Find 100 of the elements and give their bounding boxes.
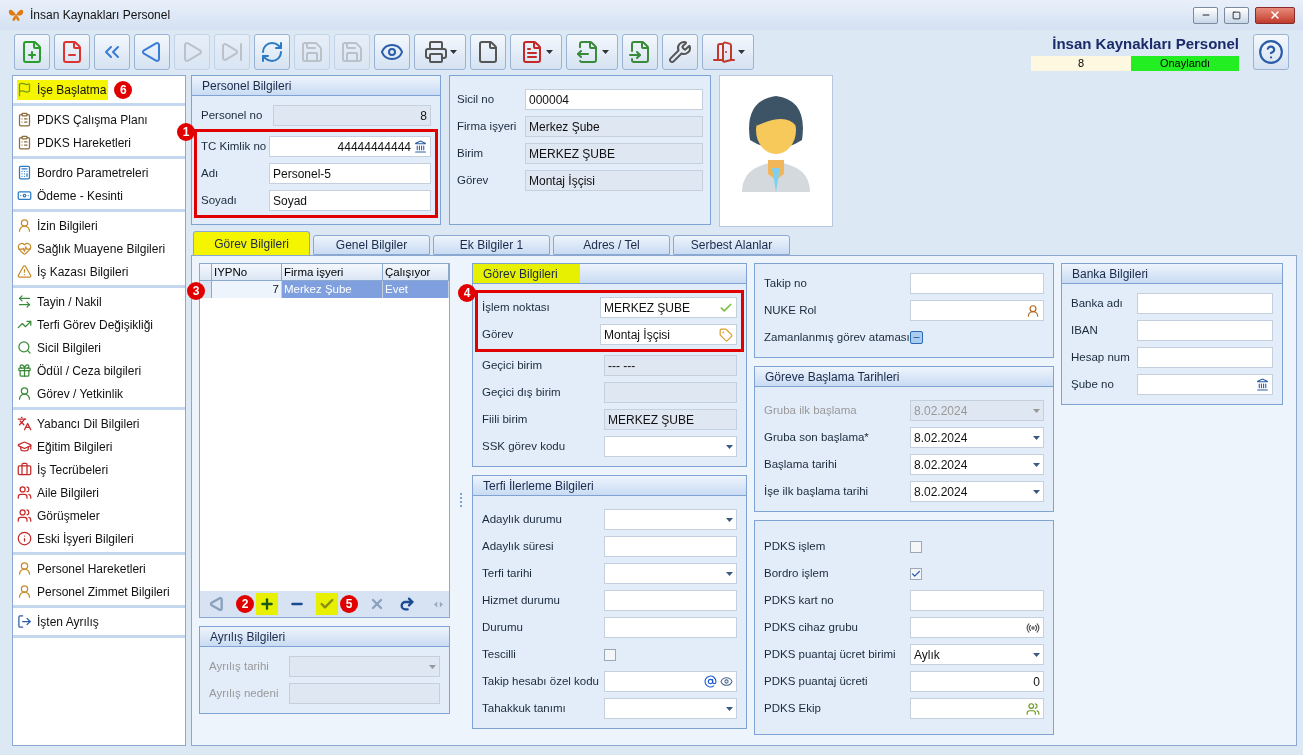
input-field[interactable]: Merkez Şube — [525, 116, 703, 137]
dropdown-field[interactable] — [604, 436, 737, 457]
navigator-button[interactable] — [256, 593, 278, 615]
field-label: Hesap num — [1071, 351, 1130, 364]
field-label: Adı — [201, 167, 219, 180]
input-field[interactable]: Personel-5 — [269, 163, 431, 184]
sidebar-item[interactable]: Ödeme - Kesinti — [17, 185, 126, 206]
sidebar-item[interactable]: Terfi Görev Değişikliği — [17, 314, 156, 335]
tab[interactable]: Serbest Alanlar — [673, 235, 790, 255]
dropdown-field[interactable]: 8.02.2024 — [910, 481, 1044, 502]
input-field[interactable]: MERKEZ ŞUBE — [525, 143, 703, 164]
grid-row[interactable]: 7 Merkez Şube Evet — [200, 281, 449, 298]
input-field[interactable] — [910, 590, 1044, 611]
input-field[interactable]: 44444444444 — [269, 136, 431, 157]
dropdown-field[interactable] — [604, 509, 737, 530]
maximize-button[interactable] — [1224, 6, 1249, 24]
sidebar-item[interactable]: Sağlık Muayene Bilgileri — [17, 238, 168, 259]
sidebar-item[interactable]: Bordro Parametreleri — [17, 162, 151, 183]
dropdown-field[interactable] — [289, 656, 440, 677]
input-field[interactable]: 000004 — [525, 89, 703, 110]
input-field[interactable] — [604, 590, 737, 611]
sidebar-item[interactable]: Eğitim Bilgileri — [17, 436, 115, 457]
sidebar-item[interactable]: Tayin / Nakil — [17, 291, 104, 312]
toolbar-button[interactable] — [134, 34, 170, 70]
dropdown-field[interactable]: Aylık — [910, 644, 1044, 665]
input-field[interactable] — [1137, 374, 1273, 395]
caret-icon — [726, 444, 733, 449]
caret-icon — [601, 50, 609, 54]
sidebar-item[interactable]: Görüşmeler — [17, 505, 102, 526]
input-field[interactable] — [910, 273, 1044, 294]
dropdown-field[interactable]: 8.02.2024 — [910, 427, 1044, 448]
toggle-button[interactable] — [910, 331, 923, 344]
sidebar-item[interactable]: Personel Hareketleri — [17, 558, 148, 579]
close-button[interactable] — [1255, 6, 1295, 24]
input-field[interactable] — [1137, 293, 1273, 314]
toolbar-button[interactable] — [702, 34, 754, 70]
toolbar-button[interactable] — [94, 34, 130, 70]
input-field[interactable] — [910, 300, 1044, 321]
input-field[interactable]: MERKEZ ŞUBE — [604, 409, 737, 430]
sidebar-item[interactable]: Aile Bilgileri — [17, 482, 102, 503]
sidebar-item[interactable]: İzin Bilgileri — [17, 215, 100, 236]
sidebar-item[interactable]: Görev / Yetkinlik — [17, 383, 126, 404]
tab[interactable]: Ek Bilgiler 1 — [433, 235, 550, 255]
navigator-button[interactable] — [316, 593, 338, 615]
checkbox[interactable] — [910, 540, 922, 553]
toolbar-button[interactable] — [470, 34, 506, 70]
input-field[interactable]: Montaj İşçisi — [525, 170, 703, 191]
toolbar-button[interactable] — [254, 34, 290, 70]
sidebar-item[interactable]: Yabancı Dil Bilgileri — [17, 413, 142, 434]
dropdown-field[interactable]: 8.02.2024 — [910, 454, 1044, 475]
input-field[interactable] — [604, 671, 737, 692]
toolbar-button[interactable] — [374, 34, 410, 70]
sidebar-item[interactable]: PDKS Hareketleri — [17, 132, 134, 153]
input-field[interactable]: 8 — [273, 105, 431, 126]
sidebar-item[interactable]: İş Kazası Bilgileri — [17, 261, 131, 282]
sidebar-item[interactable]: İşten Ayrılış — [17, 611, 101, 632]
input-field[interactable] — [289, 683, 440, 704]
new-document-icon — [20, 40, 44, 64]
input-field[interactable] — [910, 698, 1044, 719]
help-button[interactable] — [1253, 34, 1289, 70]
tab[interactable]: Görev Bilgileri — [193, 231, 310, 255]
sidebar-item[interactable]: Eski İşyeri Bilgileri — [17, 528, 136, 549]
toolbar-button[interactable] — [414, 34, 466, 70]
tab[interactable]: Genel Bilgiler — [313, 235, 430, 255]
tab[interactable]: Adres / Tel — [553, 235, 670, 255]
toolbar-button[interactable] — [622, 34, 658, 70]
input-field[interactable] — [1137, 320, 1273, 341]
panel-title: Banka Bilgileri — [1071, 265, 1150, 283]
sidebar-item[interactable]: Sicil Bilgileri — [17, 337, 103, 358]
toolbar-button[interactable] — [662, 34, 698, 70]
column-header[interactable]: Çalışıyor — [383, 264, 449, 280]
toolbar-button[interactable] — [54, 34, 90, 70]
caret-icon — [1033, 652, 1040, 657]
input-field[interactable] — [604, 536, 737, 557]
toolbar-button[interactable] — [566, 34, 618, 70]
input-field[interactable]: Soyad — [269, 190, 431, 211]
input-field[interactable]: --- --- — [604, 355, 737, 376]
input-field[interactable] — [604, 382, 737, 403]
input-field[interactable]: 0 — [910, 671, 1044, 692]
input-field[interactable]: MERKEZ ŞUBE — [600, 297, 737, 318]
column-header[interactable]: IYPNo — [212, 264, 282, 280]
checkbox[interactable] — [604, 648, 616, 661]
field-label: IBAN — [1071, 324, 1098, 337]
sidebar-item[interactable]: İşe Başlatma — [17, 79, 109, 100]
input-field[interactable]: Montaj İşçisi — [600, 324, 737, 345]
sidebar-item[interactable]: Personel Zimmet Bilgileri — [17, 581, 172, 602]
sidebar-item[interactable]: İş Tecrübeleri — [17, 459, 111, 480]
dropdown-field[interactable] — [604, 563, 737, 584]
input-field[interactable] — [910, 617, 1044, 638]
close-icon — [1269, 9, 1281, 21]
input-field[interactable] — [604, 617, 737, 638]
minimize-button[interactable] — [1193, 6, 1218, 24]
sidebar-item[interactable]: PDKS Çalışma Planı — [17, 109, 150, 130]
input-field[interactable] — [1137, 347, 1273, 368]
column-header[interactable]: Firma işyeri — [282, 264, 383, 280]
checkbox[interactable] — [910, 567, 922, 580]
toolbar-button[interactable] — [14, 34, 50, 70]
dropdown-field[interactable] — [604, 698, 737, 719]
toolbar-button[interactable] — [510, 34, 562, 70]
sidebar-item[interactable]: Ödül / Ceza bilgileri — [17, 360, 144, 381]
